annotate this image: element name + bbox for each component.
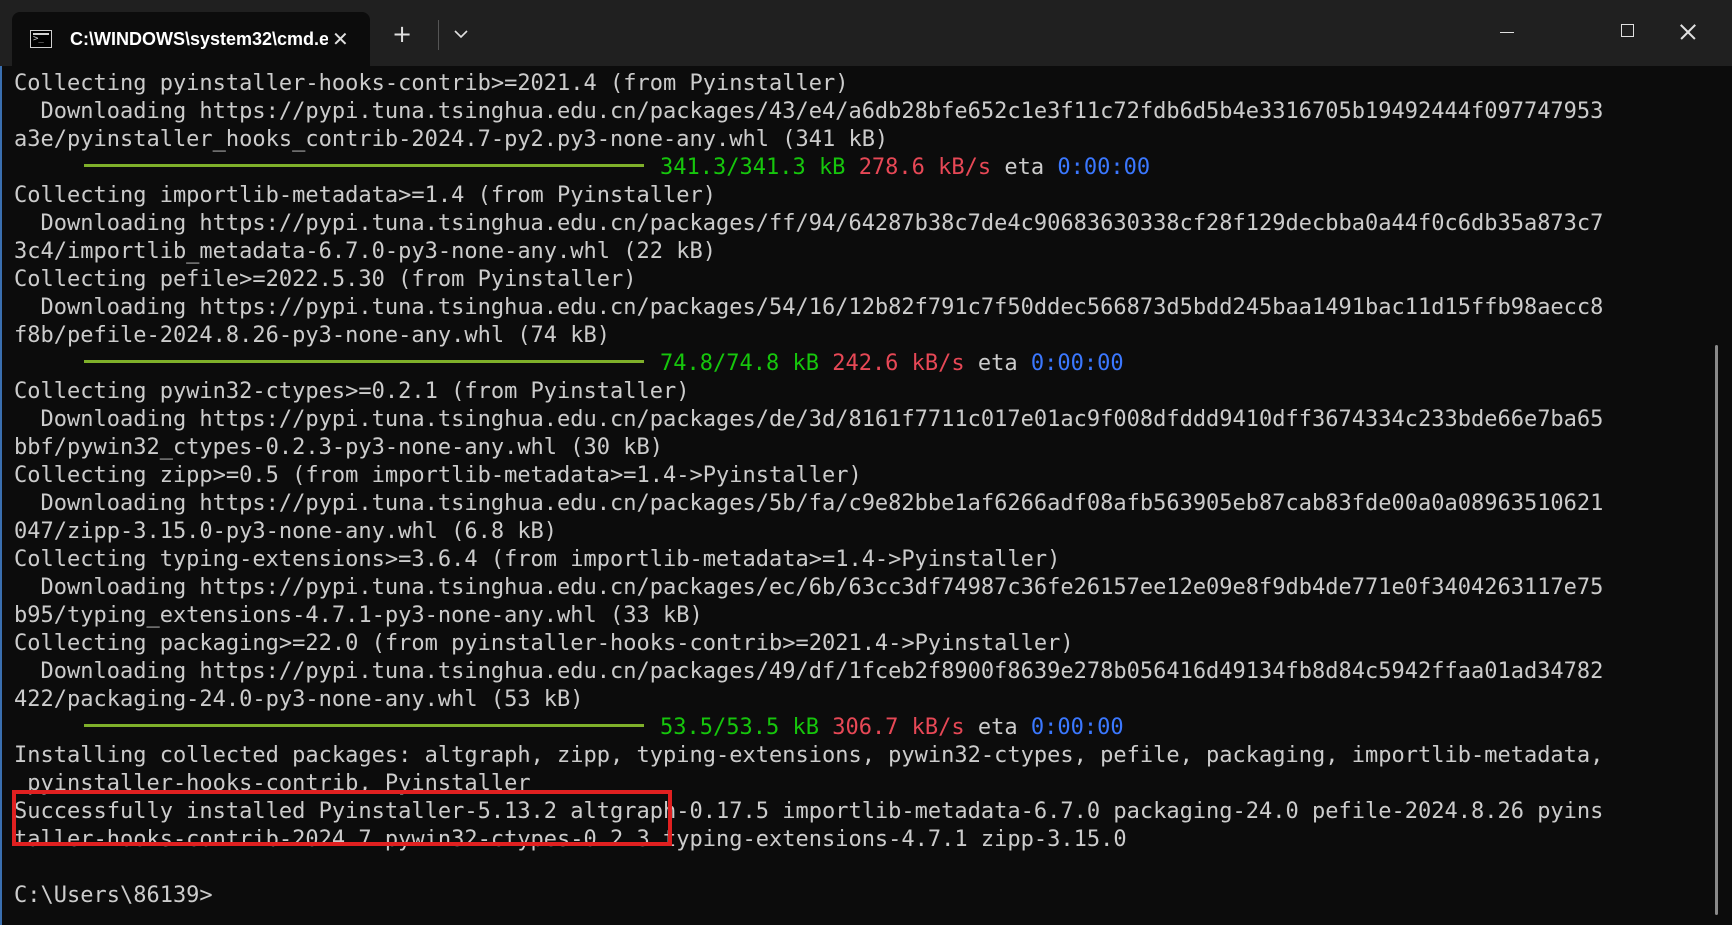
terminal-line: Downloading https://pypi.tuna.tsinghua.e… [14, 295, 1604, 320]
tab-title: C:\WINDOWS\system32\cmd.e [70, 28, 328, 49]
terminal-line: Collecting pyinstaller-hooks-contrib>=20… [14, 71, 849, 96]
progress-eta: 0:00:00 [1030, 715, 1124, 740]
terminal-line: Collecting pywin32-ctypes>=0.2.1 (from P… [14, 379, 690, 404]
terminal-line: Collecting importlib-metadata>=1.4 (from… [14, 183, 716, 208]
tab-dropdown-button[interactable] [448, 20, 474, 48]
terminal-line: Collecting packaging>=22.0 (from pyinsta… [14, 631, 1074, 656]
close-tab-icon[interactable]: ✕ [332, 27, 349, 51]
progress-size: 74.8/74.8 kB [660, 351, 819, 376]
progress-bar [84, 163, 644, 167]
terminal-line: 3c4/importlib_metadata-6.7.0-py3-none-an… [14, 239, 716, 264]
progress-size: 53.5/53.5 kB [660, 715, 819, 740]
terminal-line: 74.8/74.8 kB 242.6 kB/s eta 0:00:00 [14, 350, 1694, 378]
progress-eta-label: eta [977, 715, 1018, 740]
terminal-line: 047/zipp-3.15.0-py3-none-any.whl (6.8 kB… [14, 519, 558, 544]
chevron-down-icon [454, 30, 468, 39]
progress-bar [84, 723, 644, 727]
terminal-line: f8b/pefile-2024.8.26-py3-none-any.whl (7… [14, 323, 611, 348]
progress-speed: 306.7 kB/s [832, 715, 965, 740]
terminal-line: b95/typing_extensions-4.7.1-py3-none-any… [14, 603, 703, 628]
minimize-button[interactable] [1462, 0, 1552, 66]
terminal-line: Downloading https://pypi.tuna.tsinghua.e… [14, 407, 1604, 432]
new-tab-button[interactable]: + [392, 20, 412, 48]
terminal-output[interactable]: Collecting pyinstaller-hooks-contrib>=20… [14, 70, 1694, 925]
terminal-line: Installing collected packages: altgraph,… [14, 743, 1604, 768]
progress-bar [84, 359, 644, 363]
terminal-line: Downloading https://pypi.tuna.tsinghua.e… [14, 575, 1604, 600]
terminal-line: Downloading https://pypi.tuna.tsinghua.e… [14, 659, 1604, 684]
scrollbar[interactable] [1715, 345, 1718, 915]
terminal-line: Collecting pefile>=2022.5.30 (from Pyins… [14, 267, 637, 292]
terminal-line: taller-hooks-contrib-2024.7 pywin32-ctyp… [14, 827, 1127, 852]
terminal-line: Downloading https://pypi.tuna.tsinghua.e… [14, 211, 1604, 236]
terminal-line: pyinstaller-hooks-contrib, Pyinstaller [14, 771, 531, 796]
terminal-line: 53.5/53.5 kB 306.7 kB/s eta 0:00:00 [14, 714, 1694, 742]
terminal-line: Downloading https://pypi.tuna.tsinghua.e… [14, 99, 1604, 124]
terminal-line: Collecting zipp>=0.5 (from importlib-met… [14, 463, 862, 488]
progress-eta: 0:00:00 [1030, 351, 1124, 376]
progress-speed: 242.6 kB/s [832, 351, 965, 376]
terminal-line: Successfully installed Pyinstaller-5.13.… [14, 799, 1604, 824]
progress-speed: 278.6 kB/s [858, 155, 992, 180]
progress-eta: 0:00:00 [1057, 155, 1151, 180]
terminal-line: Downloading https://pypi.tuna.tsinghua.e… [14, 491, 1604, 516]
progress-eta-label: eta [977, 351, 1018, 376]
close-window-button[interactable] [1642, 0, 1732, 66]
title-bar: C:\WINDOWS\system32\cmd.e ✕ + [0, 0, 1732, 66]
terminal-line: Collecting typing-extensions>=3.6.4 (fro… [14, 547, 1061, 572]
progress-eta-label: eta [1004, 155, 1045, 180]
desktop-edge [0, 0, 2, 925]
terminal-line: a3e/pyinstaller_hooks_contrib-2024.7-py2… [14, 127, 889, 152]
progress-size: 341.3/341.3 kB [660, 155, 846, 180]
terminal-line: bbf/pywin32_ctypes-0.2.3-py3-none-any.wh… [14, 435, 664, 460]
terminal-line: 341.3/341.3 kB 278.6 kB/s eta 0:00:00 [14, 154, 1694, 182]
terminal-line: 422/packaging-24.0-py3-none-any.whl (53 … [14, 687, 584, 712]
terminal-icon [30, 30, 52, 48]
tab-cmd[interactable]: C:\WINDOWS\system32\cmd.e ✕ [12, 12, 370, 66]
terminal-line: C:\Users\86139> [14, 883, 213, 908]
tab-divider [438, 20, 439, 50]
